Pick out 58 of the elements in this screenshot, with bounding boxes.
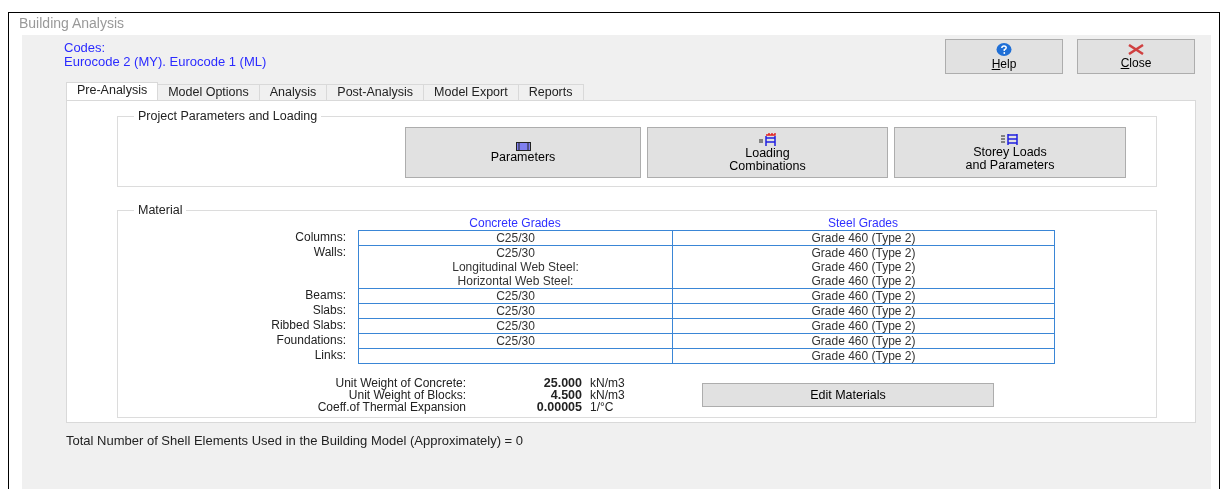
panel-icon (515, 141, 531, 151)
row-label: Ribbed Slabs: (270, 318, 346, 332)
edit-materials-button[interactable]: Edit Materials (702, 383, 994, 407)
tab[interactable]: Pre-Analysis (66, 82, 159, 100)
group-title: Project Parameters and Loading (137, 109, 319, 123)
tab[interactable]: Post-Analysis (326, 84, 425, 100)
cell-text: C25/30 (495, 246, 536, 260)
row-label: Beams: (304, 288, 346, 302)
property-label: Unit Weight of Concrete: (334, 377, 466, 389)
property-unit: kN/m3 (590, 377, 626, 389)
frame-load-icon (757, 132, 778, 147)
status-text: Total Number of Shell Elements Used in the Building Model (Approximately) = 0 (65, 432, 524, 448)
storey-button[interactable]: Storey Loads and Parameters (894, 127, 1126, 178)
cell-text: Grade 460 (Type 2) (810, 260, 917, 274)
loading-button[interactable]: Loading Combinations (647, 127, 888, 178)
help-icon (996, 42, 1012, 56)
cell-text: Grade 460 (Type 2) (810, 289, 917, 303)
frame-icon (1000, 133, 1020, 146)
row-label: Foundations: (275, 333, 346, 347)
cell-text: Grade 460 (Type 2) (810, 231, 917, 245)
property-unit: 1/°C (590, 401, 615, 413)
cell-text: C25/30 (495, 334, 536, 348)
help-button[interactable]: Help (945, 39, 1063, 74)
cell-text: C25/30 (495, 304, 536, 318)
cell-text: Grade 460 (Type 2) (810, 319, 917, 333)
property-label: Coeff.of Thermal Expansion (316, 401, 466, 413)
row-label: Links: (313, 348, 346, 362)
cell-text: Grade 460 (Type 2) (810, 304, 917, 318)
cell-text: Grade 460 (Type 2) (810, 334, 917, 348)
tab[interactable]: Analysis (258, 84, 328, 100)
tab[interactable]: Reports (517, 84, 584, 100)
column-header: Concrete Grades (468, 217, 562, 230)
cell-text: C25/30 (495, 289, 536, 303)
cell-text: Grade 460 (Type 2) (810, 274, 917, 288)
group-title: Material (137, 203, 184, 217)
cell-text: Grade 460 (Type 2) (810, 349, 917, 363)
tab[interactable]: Model Options (157, 84, 260, 100)
cell-text: Longitudinal Web Steel: (451, 260, 580, 274)
parameters-button[interactable]: Parameters (405, 127, 641, 178)
codes-value: Eurocode 2 (MY). Eurocode 1 (ML) (64, 55, 267, 69)
property-value: 0.00005 (535, 401, 583, 413)
window-title: Building Analysis (18, 14, 126, 33)
close-icon (1128, 43, 1144, 55)
property-unit: kN/m3 (590, 389, 626, 401)
row-label: Walls: (312, 245, 346, 259)
property-label: Unit Weight of Blocks: (348, 389, 466, 401)
column-header: Steel Grades (826, 217, 899, 230)
property-value: 4.500 (549, 389, 583, 401)
row-label: Slabs: (311, 303, 346, 317)
property-value: 25.000 (542, 377, 583, 389)
cell-text: C25/30 (495, 231, 536, 245)
cell-text: Horizontal Web Steel: (456, 274, 575, 288)
tab[interactable]: Model Export (423, 84, 519, 100)
cell-text: Grade 460 (Type 2) (810, 246, 917, 260)
cell-text: C25/30 (495, 319, 536, 333)
row-label: Columns: (294, 230, 346, 244)
close-button[interactable]: Close (1077, 39, 1195, 74)
codes-label: Codes: (64, 41, 107, 55)
